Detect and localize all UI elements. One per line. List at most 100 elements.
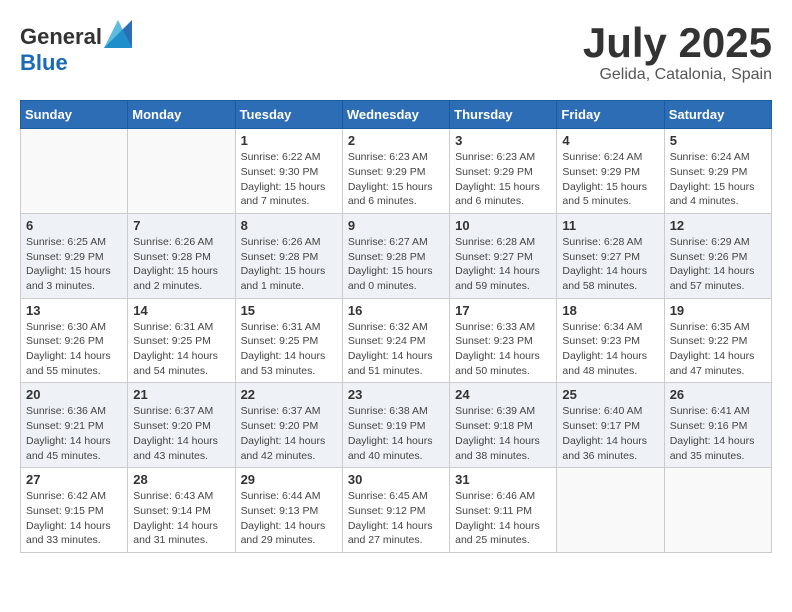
calendar-cell: 4Sunrise: 6:24 AM Sunset: 9:29 PM Daylig…	[557, 129, 664, 214]
logo-text-general: General	[20, 24, 102, 49]
week-row-4: 20Sunrise: 6:36 AM Sunset: 9:21 PM Dayli…	[21, 383, 772, 468]
day-number: 16	[348, 303, 444, 318]
day-info: Sunrise: 6:28 AM Sunset: 9:27 PM Dayligh…	[562, 235, 658, 294]
day-info: Sunrise: 6:25 AM Sunset: 9:29 PM Dayligh…	[26, 235, 122, 294]
day-info: Sunrise: 6:39 AM Sunset: 9:18 PM Dayligh…	[455, 404, 551, 463]
calendar-cell: 2 Sunrise: 6:23 AM Sunset: 9:29 PM Daylig…	[342, 129, 449, 214]
weekday-header-monday: Monday	[128, 101, 235, 129]
calendar-cell: 30Sunrise: 6:45 AM Sunset: 9:12 PM Dayli…	[342, 468, 449, 553]
calendar-cell: 25 Sunrise: 6:40 AM Sunset: 9:17 PM Dayli…	[557, 383, 664, 468]
day-info: Sunrise: 6:24 AM Sunset: 9:29 PM Dayligh…	[670, 150, 766, 209]
day-info: Sunrise: 6:30 AM Sunset: 9:26 PM Dayligh…	[26, 320, 122, 379]
calendar-cell: 23Sunrise: 6:38 AM Sunset: 9:19 PM Dayli…	[342, 383, 449, 468]
calendar-cell: 26 Sunrise: 6:41 AM Sunset: 9:16 PM Dayli…	[664, 383, 771, 468]
calendar-cell: 27 Sunrise: 6:42 AM Sunset: 9:15 PM Dayli…	[21, 468, 128, 553]
day-number: 24	[455, 387, 551, 402]
day-info: Sunrise: 6:44 AM Sunset: 9:13 PM Dayligh…	[241, 489, 337, 548]
calendar-cell: 17 Sunrise: 6:33 AM Sunset: 9:23 PM Dayli…	[450, 298, 557, 383]
day-info: Sunrise: 6:26 AM Sunset: 9:28 PM Dayligh…	[241, 235, 337, 294]
day-info: Sunrise: 6:37 AM Sunset: 9:20 PM Dayligh…	[133, 404, 229, 463]
calendar-cell: 1 Sunrise: 6:22 AM Sunset: 9:30 PM Daylig…	[235, 129, 342, 214]
day-number: 5	[670, 133, 766, 148]
calendar-cell: 19 Sunrise: 6:35 AM Sunset: 9:22 PM Dayli…	[664, 298, 771, 383]
week-row-2: 6 Sunrise: 6:25 AM Sunset: 9:29 PM Daylig…	[21, 213, 772, 298]
day-number: 7	[133, 218, 229, 233]
calendar-cell	[21, 129, 128, 214]
calendar-cell: 8 Sunrise: 6:26 AM Sunset: 9:28 PM Daylig…	[235, 213, 342, 298]
logo-block: General Blue	[20, 20, 132, 76]
calendar-cell: 5 Sunrise: 6:24 AM Sunset: 9:29 PM Daylig…	[664, 129, 771, 214]
day-info: Sunrise: 6:35 AM Sunset: 9:22 PM Dayligh…	[670, 320, 766, 379]
day-number: 19	[670, 303, 766, 318]
location-title: Gelida, Catalonia, Spain	[583, 66, 772, 84]
day-number: 2	[348, 133, 444, 148]
day-info: Sunrise: 6:26 AM Sunset: 9:28 PM Dayligh…	[133, 235, 229, 294]
day-number: 1	[241, 133, 337, 148]
weekday-header-row: SundayMondayTuesdayWednesdayThursdayFrid…	[21, 101, 772, 129]
week-row-3: 13 Sunrise: 6:30 AM Sunset: 9:26 PM Dayli…	[21, 298, 772, 383]
day-info: Sunrise: 6:41 AM Sunset: 9:16 PM Dayligh…	[670, 404, 766, 463]
weekday-header-saturday: Saturday	[664, 101, 771, 129]
logo-text-blue: Blue	[20, 50, 68, 75]
day-number: 12	[670, 218, 766, 233]
calendar-cell: 21Sunrise: 6:37 AM Sunset: 9:20 PM Dayli…	[128, 383, 235, 468]
day-number: 3	[455, 133, 551, 148]
day-number: 31	[455, 472, 551, 487]
day-info: Sunrise: 6:22 AM Sunset: 9:30 PM Dayligh…	[241, 150, 337, 209]
day-info: Sunrise: 6:24 AM Sunset: 9:29 PM Dayligh…	[562, 150, 658, 209]
day-info: Sunrise: 6:23 AM Sunset: 9:29 PM Dayligh…	[348, 150, 444, 209]
calendar-cell: 11Sunrise: 6:28 AM Sunset: 9:27 PM Dayli…	[557, 213, 664, 298]
day-number: 6	[26, 218, 122, 233]
day-number: 9	[348, 218, 444, 233]
day-info: Sunrise: 6:32 AM Sunset: 9:24 PM Dayligh…	[348, 320, 444, 379]
day-info: Sunrise: 6:33 AM Sunset: 9:23 PM Dayligh…	[455, 320, 551, 379]
day-number: 28	[133, 472, 229, 487]
weekday-header-sunday: Sunday	[21, 101, 128, 129]
day-number: 27	[26, 472, 122, 487]
day-number: 30	[348, 472, 444, 487]
calendar-cell: 3 Sunrise: 6:23 AM Sunset: 9:29 PM Daylig…	[450, 129, 557, 214]
calendar-cell: 22Sunrise: 6:37 AM Sunset: 9:20 PM Dayli…	[235, 383, 342, 468]
day-number: 20	[26, 387, 122, 402]
calendar-cell: 28Sunrise: 6:43 AM Sunset: 9:14 PM Dayli…	[128, 468, 235, 553]
calendar-cell: 10 Sunrise: 6:28 AM Sunset: 9:27 PM Dayli…	[450, 213, 557, 298]
week-row-1: 1 Sunrise: 6:22 AM Sunset: 9:30 PM Daylig…	[21, 129, 772, 214]
day-number: 17	[455, 303, 551, 318]
day-info: Sunrise: 6:28 AM Sunset: 9:27 PM Dayligh…	[455, 235, 551, 294]
day-info: Sunrise: 6:34 AM Sunset: 9:23 PM Dayligh…	[562, 320, 658, 379]
weekday-header-thursday: Thursday	[450, 101, 557, 129]
day-number: 8	[241, 218, 337, 233]
weekday-header-wednesday: Wednesday	[342, 101, 449, 129]
day-number: 29	[241, 472, 337, 487]
day-number: 26	[670, 387, 766, 402]
calendar-cell: 29 Sunrise: 6:44 AM Sunset: 9:13 PM Dayli…	[235, 468, 342, 553]
calendar-cell: 15Sunrise: 6:31 AM Sunset: 9:25 PM Dayli…	[235, 298, 342, 383]
day-info: Sunrise: 6:23 AM Sunset: 9:29 PM Dayligh…	[455, 150, 551, 209]
day-info: Sunrise: 6:40 AM Sunset: 9:17 PM Dayligh…	[562, 404, 658, 463]
calendar-cell: 31Sunrise: 6:46 AM Sunset: 9:11 PM Dayli…	[450, 468, 557, 553]
day-info: Sunrise: 6:27 AM Sunset: 9:28 PM Dayligh…	[348, 235, 444, 294]
day-number: 25	[562, 387, 658, 402]
page-header: General Blue July 2025 Gelida, Catalonia…	[20, 20, 772, 84]
calendar-cell: 12 Sunrise: 6:29 AM Sunset: 9:26 PM Dayli…	[664, 213, 771, 298]
day-number: 15	[241, 303, 337, 318]
calendar-cell: 20Sunrise: 6:36 AM Sunset: 9:21 PM Dayli…	[21, 383, 128, 468]
calendar-cell: 14Sunrise: 6:31 AM Sunset: 9:25 PM Dayli…	[128, 298, 235, 383]
day-info: Sunrise: 6:38 AM Sunset: 9:19 PM Dayligh…	[348, 404, 444, 463]
calendar-cell: 16 Sunrise: 6:32 AM Sunset: 9:24 PM Dayli…	[342, 298, 449, 383]
calendar-cell	[128, 129, 235, 214]
day-number: 10	[455, 218, 551, 233]
day-info: Sunrise: 6:37 AM Sunset: 9:20 PM Dayligh…	[241, 404, 337, 463]
day-info: Sunrise: 6:42 AM Sunset: 9:15 PM Dayligh…	[26, 489, 122, 548]
logo-icon	[104, 20, 132, 48]
calendar-cell	[664, 468, 771, 553]
day-info: Sunrise: 6:29 AM Sunset: 9:26 PM Dayligh…	[670, 235, 766, 294]
calendar-cell: 13 Sunrise: 6:30 AM Sunset: 9:26 PM Dayli…	[21, 298, 128, 383]
day-number: 14	[133, 303, 229, 318]
calendar-cell: 6 Sunrise: 6:25 AM Sunset: 9:29 PM Daylig…	[21, 213, 128, 298]
month-title: July 2025	[583, 20, 772, 66]
calendar-cell: 24 Sunrise: 6:39 AM Sunset: 9:18 PM Dayli…	[450, 383, 557, 468]
day-number: 13	[26, 303, 122, 318]
week-row-5: 27 Sunrise: 6:42 AM Sunset: 9:15 PM Dayli…	[21, 468, 772, 553]
calendar-table: SundayMondayTuesdayWednesdayThursdayFrid…	[20, 100, 772, 553]
